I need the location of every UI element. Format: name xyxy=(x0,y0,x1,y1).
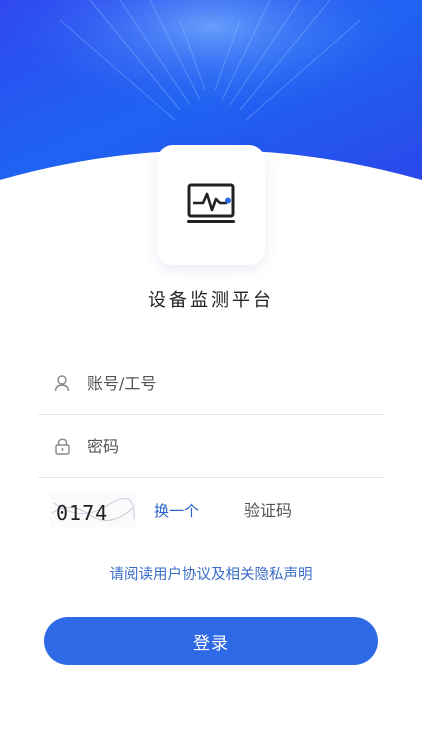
app-title: 设备监测平台 xyxy=(148,290,274,311)
account-input[interactable] xyxy=(87,373,367,393)
captcha-refresh-button[interactable]: 换一个 xyxy=(154,500,199,521)
login-button[interactable]: 登录 xyxy=(44,617,378,665)
captcha-image[interactable]: 0174 xyxy=(50,493,136,527)
account-field xyxy=(38,352,384,415)
captcha-code: 0174 xyxy=(56,501,108,525)
agreement-link[interactable]: 请阅读用户协议及相关隐私声明 xyxy=(0,563,422,584)
lock-icon xyxy=(53,437,71,455)
monitor-pulse-icon xyxy=(185,182,237,228)
password-input[interactable] xyxy=(87,436,367,456)
captcha-input[interactable] xyxy=(244,500,365,520)
user-icon xyxy=(53,374,71,392)
password-field xyxy=(38,415,384,478)
app-logo xyxy=(157,145,265,265)
captcha-row: 0174 换一个 xyxy=(50,490,390,530)
